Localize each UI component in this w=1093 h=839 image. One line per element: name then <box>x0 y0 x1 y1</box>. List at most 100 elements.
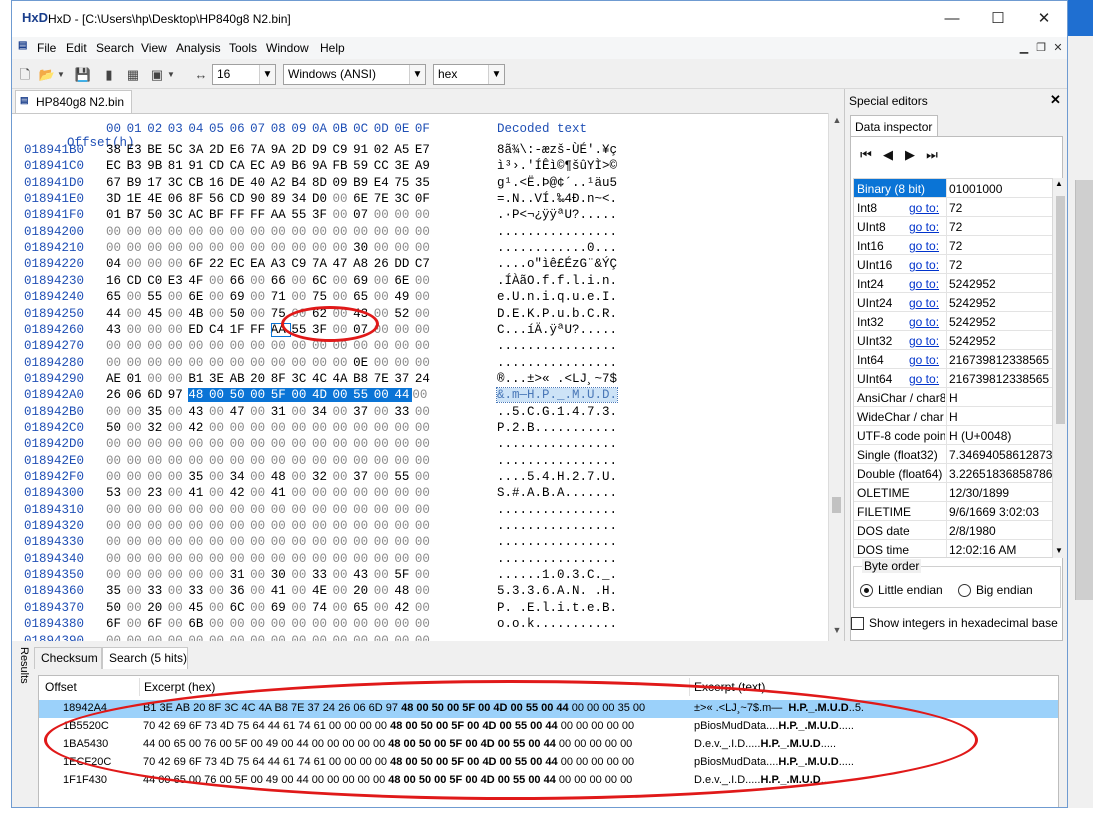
row-bytes[interactable]: 00 00 00 00 00 00 00 00 00 00 00 00 00 00 00 00 <box>106 503 436 517</box>
hex-byte[interactable]: 00 <box>106 339 127 353</box>
hex-byte[interactable]: 48 <box>394 584 415 598</box>
hex-byte[interactable]: 00 <box>147 552 168 566</box>
hex-byte[interactable]: 7A <box>250 143 271 157</box>
inspector-field-value[interactable]: 72 <box>949 201 1052 215</box>
hex-byte[interactable]: 00 <box>353 634 374 642</box>
hex-byte[interactable]: EA <box>250 257 271 271</box>
hex-byte[interactable]: 00 <box>168 405 189 419</box>
row-bytes[interactable]: 65 00 55 00 6E 00 69 00 71 00 75 00 65 00 49 00 <box>106 290 436 304</box>
hex-byte[interactable]: 59 <box>353 159 374 173</box>
row-decoded-text[interactable]: ................ <box>497 634 617 642</box>
hex-byte[interactable]: 00 <box>106 568 127 582</box>
hex-byte[interactable]: 00 <box>291 356 312 370</box>
hex-byte[interactable]: 00 <box>291 241 312 255</box>
hex-byte[interactable]: 00 <box>106 470 127 484</box>
hex-byte[interactable]: 00 <box>209 486 230 500</box>
hex-byte[interactable]: 65 <box>353 601 374 615</box>
hex-byte[interactable]: 00 <box>271 241 292 255</box>
hex-byte[interactable]: 00 <box>106 454 127 468</box>
hex-byte[interactable]: 00 <box>333 568 354 582</box>
hex-byte[interactable]: CD <box>127 274 148 288</box>
hex-byte[interactable]: 00 <box>415 208 436 222</box>
hex-byte[interactable]: CC <box>374 159 395 173</box>
inspector-row[interactable]: AnsiChar / char8 H <box>854 388 1052 407</box>
hex-byte[interactable]: 00 <box>374 241 395 255</box>
hex-byte[interactable]: 00 <box>168 454 189 468</box>
scrollbar-thumb[interactable] <box>1056 196 1065 424</box>
hex-byte[interactable]: 00 <box>353 535 374 549</box>
row-decoded-text[interactable]: ......1.0.3.C._. <box>497 568 617 582</box>
hex-byte[interactable]: 00 <box>333 274 354 288</box>
hex-byte[interactable]: 00 <box>209 470 230 484</box>
hex-byte[interactable]: 34 <box>291 192 312 206</box>
hex-byte[interactable]: 00 <box>415 601 436 615</box>
row-decoded-text[interactable]: ................ <box>497 437 617 451</box>
hex-byte[interactable]: 33 <box>312 568 333 582</box>
hex-byte[interactable]: 00 <box>147 241 168 255</box>
hex-byte[interactable]: 00 <box>230 356 251 370</box>
hex-byte[interactable]: 00 <box>415 356 436 370</box>
hex-byte[interactable]: 00 <box>291 486 312 500</box>
goto-link[interactable]: go to: <box>909 239 939 253</box>
inspector-field-value[interactable]: 9/6/1669 3:02:03 <box>949 505 1052 519</box>
hex-byte[interactable]: 3C <box>291 372 312 386</box>
hex-byte[interactable]: 06 <box>168 192 189 206</box>
hex-byte[interactable]: 00 <box>147 634 168 642</box>
hex-byte[interactable]: 00 <box>394 421 415 435</box>
row-bytes[interactable]: 35 00 33 00 33 00 36 00 41 00 4E 00 20 00 48 00 <box>106 584 436 598</box>
hex-byte[interactable]: 00 <box>209 454 230 468</box>
hex-byte[interactable]: 89 <box>271 192 292 206</box>
row-bytes[interactable]: 67 B9 17 3C CB 16 DE 40 A2 B4 8D 09 B9 E4 75 35 <box>106 176 436 190</box>
hex-byte[interactable]: 00 <box>127 617 148 631</box>
hex-byte[interactable]: 00 <box>127 356 148 370</box>
hex-byte[interactable]: 00 <box>168 470 189 484</box>
hex-byte[interactable]: 00 <box>147 535 168 549</box>
hex-byte[interactable]: 32 <box>147 421 168 435</box>
row-bytes[interactable]: 00 00 00 00 00 00 00 00 00 00 00 00 00 00 00 00 <box>106 634 436 642</box>
hex-byte[interactable]: 47 <box>230 405 251 419</box>
hex-byte[interactable]: 00 <box>291 601 312 615</box>
inspector-field-value[interactable]: 72 <box>949 239 1052 253</box>
hex-byte[interactable]: 00 <box>394 552 415 566</box>
hex-byte[interactable]: 00 <box>127 535 148 549</box>
hex-byte[interactable]: 6F <box>106 617 127 631</box>
hex-byte[interactable]: CD <box>209 159 230 173</box>
hex-byte[interactable]: 00 <box>394 617 415 631</box>
hex-byte[interactable]: 00 <box>147 225 168 239</box>
row-bytes[interactable]: AE 01 00 00 B1 3E AB 20 8F 3C 4C 4A B8 7E 37 24 <box>106 372 436 386</box>
row-bytes[interactable]: 00 00 00 00 00 00 31 00 30 00 33 00 43 00 5F 00 <box>106 568 436 582</box>
inspector-row[interactable]: UInt16 go to: 72 <box>854 255 1052 274</box>
inspector-row[interactable]: WideChar / char H <box>854 407 1052 426</box>
hex-byte[interactable]: 00 <box>415 634 436 642</box>
row-bytes[interactable]: 00 00 00 00 00 00 00 00 00 00 00 00 00 00 00 00 <box>106 552 436 566</box>
offset-base-select[interactable]: hex ▼ <box>433 64 505 85</box>
goto-link[interactable]: go to: <box>909 372 939 386</box>
hex-byte[interactable]: 00 <box>168 257 189 271</box>
hex-byte[interactable]: 35 <box>147 405 168 419</box>
hex-byte[interactable]: 00 <box>106 634 127 642</box>
hex-byte[interactable]: 00 <box>250 225 271 239</box>
hex-row[interactable]: 018941F0 01 B7 50 3C AC BF FF FF AA 55 3F 00 07 00 00 00… <box>12 208 828 224</box>
hex-byte[interactable]: 00 <box>209 241 230 255</box>
hex-byte[interactable]: 00 <box>168 421 189 435</box>
inspector-row[interactable]: Int16 go to: 72 <box>854 236 1052 255</box>
row-decoded-text[interactable]: D.E.K.P.u.b.C.R. <box>497 307 617 321</box>
hex-byte[interactable]: 00 <box>333 241 354 255</box>
hex-byte[interactable]: 91 <box>353 143 374 157</box>
hex-byte[interactable]: 6D <box>147 388 168 402</box>
hex-row[interactable]: 01894290 AE 01 00 00 B1 3E AB 20 8F 3C 4C 4A B8 7E 37 24… <box>12 372 828 388</box>
hex-row[interactable]: 01894250 44 00 45 00 4B 00 50 00 75 00 62 00 43 00 52 00… <box>12 307 828 323</box>
hex-byte[interactable]: 56 <box>209 192 230 206</box>
hex-byte[interactable]: 65 <box>353 290 374 304</box>
hex-byte[interactable]: 26 <box>374 257 395 271</box>
hex-byte[interactable]: 69 <box>353 274 374 288</box>
hex-byte[interactable]: 97 <box>168 388 189 402</box>
hex-byte[interactable]: 00 <box>333 503 354 517</box>
hex-byte[interactable]: 00 <box>312 519 333 533</box>
hex-byte[interactable]: 8D <box>312 176 333 190</box>
goto-link[interactable]: go to: <box>909 334 939 348</box>
hex-byte[interactable]: 00 <box>209 356 230 370</box>
hex-byte[interactable]: 00 <box>374 601 395 615</box>
hex-byte[interactable]: 00 <box>250 535 271 549</box>
hex-byte[interactable]: 38 <box>106 143 127 157</box>
